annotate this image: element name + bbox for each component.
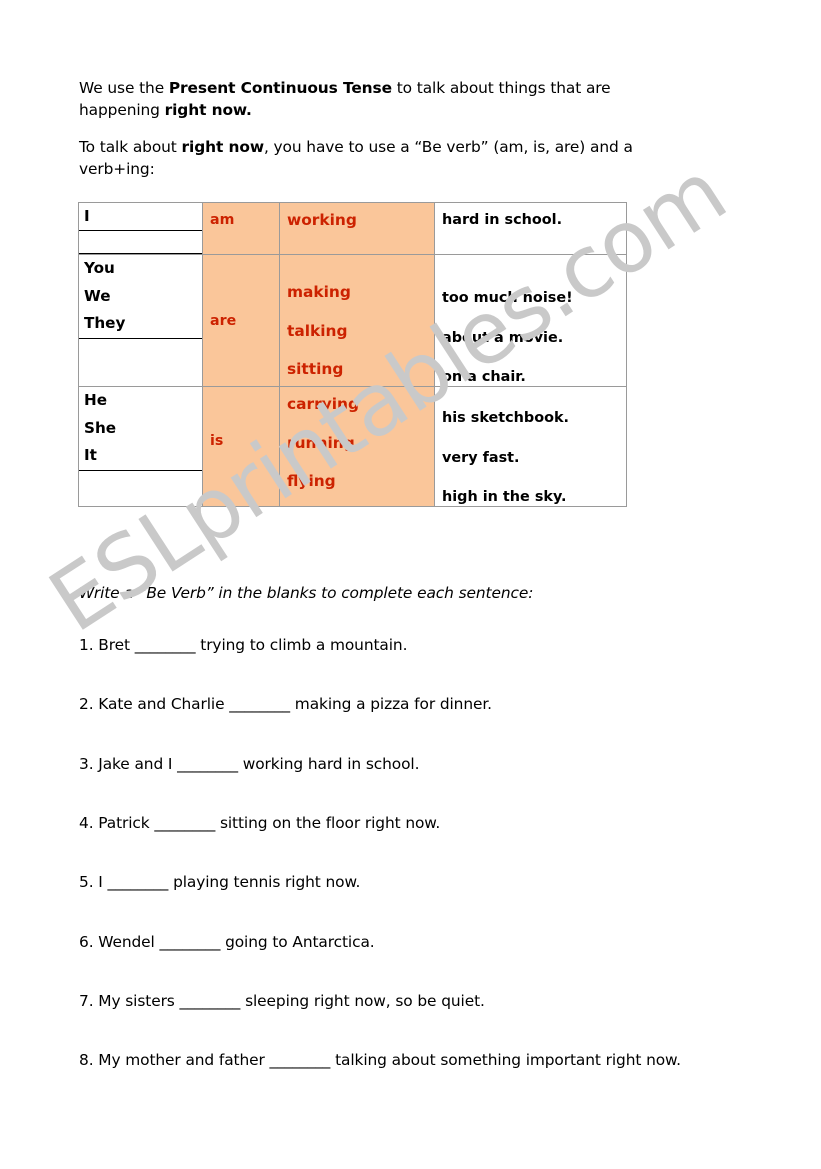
intro-p1-bold-rightnow: right now. [164,100,252,119]
rest-list: his sketchbook. very fast. high in the s… [435,387,626,506]
rest-label: about a movie. [442,329,564,346]
be-verb-cell-group2: are [202,254,280,388]
rest-label: his sketchbook. [442,410,570,427]
be-verb-cell-group3: is [202,386,280,508]
subject-stack: You We They [79,255,202,360]
table-row: You We They are making talking sitting t… [78,254,627,388]
be-verb-cell-group1: am [202,201,280,256]
intro-p1-pre: We use the [79,79,169,97]
rest-label: very fast. [442,449,520,466]
subject-label: He [84,391,108,410]
rest-cell-group3: his sketchbook. very fast. high in the s… [434,386,627,508]
rest-label: on a chair. [442,369,526,386]
subject-label: You [84,259,115,278]
rest-label: hard in school. [442,212,563,228]
subject-cell-group3: He She It [78,386,203,508]
be-verb-label: is [210,433,224,450]
subject-blank-line [79,231,202,255]
table-row: He She It is carrying running flying his… [78,386,627,508]
verb-ing-cell-group3: carrying running flying [279,386,435,508]
subject-label: It [79,442,202,471]
verb-list: carrying running flying [280,387,434,490]
verb-ing-label: flying [287,472,336,491]
exercise-instruction: Write a “Be Verb” in the blanks to compl… [79,584,534,602]
rest-list: too much noise! about a movie. on a chai… [435,255,626,386]
verb-ing-label: carrying [287,395,359,414]
exercise-item-7: 7. My sisters ________ sleeping right no… [79,991,485,1010]
exercise-item-1: 1. Bret ________ trying to climb a mount… [79,636,408,654]
exercise-item-2: 2. Kate and Charlie ________ making a pi… [79,695,492,714]
worksheet-page: ESLprintables.com We use the Present Con… [0,0,821,1169]
exercise-item-4: 4. Patrick ________ sitting on the floor… [79,813,441,832]
verb-ing-cell-group2: making talking sitting [279,254,435,388]
verb-ing-label: running [287,433,355,452]
exercise-item-8: 8. My mother and father ________ talking… [79,1051,681,1070]
rest-label: too much noise! [442,290,573,307]
exercise-item-5: 5. I ________ playing tennis right now. [79,873,361,892]
exercise-item-6: 6. Wendel ________ going to Antarctica. [79,932,375,951]
rest-cell-group2: too much noise! about a movie. on a chai… [434,254,627,388]
subject-cell-group2: You We They [78,254,203,388]
verb-ing-label: working [287,211,357,229]
verb-ing-cell-group1: working [279,201,435,256]
conjugation-table-wrapper: I am working hard in school. You We They… [78,201,627,508]
rest-list: hard in school. [435,203,626,229]
verb-list: making talking sitting [280,255,434,378]
verb-ing-label: talking [287,321,348,340]
subject-label: I [79,203,202,232]
intro-p2-bold-rightnow: right now [181,137,265,156]
conjugation-table: I am working hard in school. You We They… [78,201,627,508]
verb-list: working [280,203,434,229]
exercise-item-3: 3. Jake and I ________ working hard in s… [79,754,420,773]
verb-ing-label: making [287,283,351,302]
table-row: I am working hard in school. [78,201,627,256]
exercise-section: Write a “Be Verb” in the blanks to compl… [79,584,719,1072]
subject-label: She [84,418,117,437]
subject-cell-group1: I [78,201,203,256]
intro-paragraph-1: We use the Present Continuous Tense to t… [79,78,679,122]
subject-spacer [79,471,202,493]
intro-section: We use the Present Continuous Tense to t… [79,78,679,196]
subject-stack: He She It [79,387,202,492]
be-verb-label: are [210,313,237,330]
subject-label: We [84,286,111,305]
rest-cell-group1: hard in school. [434,201,627,256]
subject-spacer [79,339,202,361]
intro-paragraph-2: To talk about right now, you have to use… [79,137,679,181]
subject-stack: I [79,203,202,255]
intro-p2-pre: To talk about [79,137,182,156]
intro-p1-bold-tense: Present Continuous Tense [168,79,392,97]
subject-label: They [79,310,202,339]
rest-label: high in the sky. [442,488,567,505]
verb-ing-label: sitting [287,360,344,379]
be-verb-label: am [210,212,235,228]
